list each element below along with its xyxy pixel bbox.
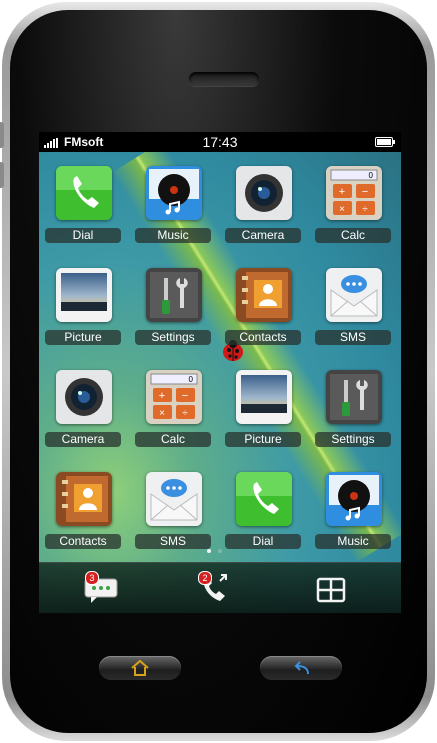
music-icon	[146, 166, 202, 220]
page-dot-current	[207, 549, 211, 553]
status-time: 17:43	[202, 134, 238, 150]
contacts-icon	[56, 472, 112, 526]
settings-icon	[146, 268, 202, 322]
app-calc[interactable]: 0 + − × ÷ Calc	[313, 166, 393, 246]
sms-icon	[326, 268, 382, 322]
app-label: Camera	[225, 228, 301, 243]
app-label: Dial	[45, 228, 121, 243]
app-label: Picture	[225, 432, 301, 447]
app-sms[interactable]: SMS	[133, 472, 213, 552]
svg-text:×: ×	[159, 408, 165, 419]
dock: 3 2	[39, 562, 401, 613]
app-label: SMS	[135, 534, 211, 549]
status-bar: FMsoft 17:43	[39, 132, 401, 152]
app-label: SMS	[315, 330, 391, 345]
earpiece-speaker	[189, 72, 259, 86]
svg-text:0: 0	[189, 375, 194, 384]
page-indicator	[207, 549, 222, 553]
app-camera[interactable]: Camera	[223, 166, 303, 246]
app-picture[interactable]: Picture	[223, 370, 303, 450]
app-label: Contacts	[225, 330, 301, 345]
app-contacts[interactable]: Contacts	[43, 472, 123, 552]
app-label: Calc	[315, 228, 391, 243]
page-dot	[218, 549, 222, 553]
app-music[interactable]: Music	[133, 166, 213, 246]
dock-messages-button[interactable]: 3	[81, 571, 121, 607]
app-label: Music	[135, 228, 211, 243]
app-label: Settings	[315, 432, 391, 447]
app-dial[interactable]: Dial	[223, 472, 303, 552]
app-settings[interactable]: Settings	[313, 370, 393, 450]
app-label: Picture	[45, 330, 121, 345]
svg-text:0: 0	[369, 171, 374, 180]
calculator-icon: 0 + − × ÷	[146, 370, 202, 424]
app-label: Calc	[135, 432, 211, 447]
picture-icon	[236, 370, 292, 424]
app-camera[interactable]: Camera	[43, 370, 123, 450]
app-music[interactable]: Music	[313, 472, 393, 552]
svg-text:÷: ÷	[362, 204, 368, 215]
home-button[interactable]	[99, 656, 181, 680]
music-icon	[326, 472, 382, 526]
home-icon	[131, 659, 149, 676]
svg-text:+: +	[159, 390, 165, 402]
app-label: Dial	[225, 534, 301, 549]
app-label: Contacts	[45, 534, 121, 549]
back-button[interactable]	[260, 656, 342, 680]
app-picture[interactable]: Picture	[43, 268, 123, 348]
dock-menu-button[interactable]	[311, 571, 351, 607]
settings-icon	[326, 370, 382, 424]
dock-call-log-button[interactable]: 2	[194, 571, 234, 607]
phone-icon	[236, 472, 292, 526]
app-label: Camera	[45, 432, 121, 447]
missed-calls-badge: 2	[198, 571, 212, 585]
camera-icon	[236, 166, 292, 220]
svg-text:−: −	[362, 186, 368, 198]
battery-icon	[375, 137, 395, 147]
picture-icon	[56, 268, 112, 322]
messages-badge: 3	[85, 571, 99, 585]
grid-menu-icon	[316, 577, 346, 603]
app-dial[interactable]: Dial	[43, 166, 123, 246]
app-settings[interactable]: Settings	[133, 268, 213, 348]
svg-text:÷: ÷	[182, 408, 188, 419]
calculator-icon: 0 + − × ÷	[326, 166, 382, 220]
volume-down-button[interactable]	[0, 162, 4, 188]
svg-text:−: −	[182, 390, 188, 402]
contacts-icon	[236, 268, 292, 322]
phone-icon	[56, 166, 112, 220]
app-contacts[interactable]: Contacts	[223, 268, 303, 348]
app-calc[interactable]: 0 + − × ÷ Calc	[133, 370, 213, 450]
svg-text:+: +	[339, 186, 345, 198]
camera-icon	[56, 370, 112, 424]
sms-icon	[146, 472, 202, 526]
svg-text:×: ×	[339, 204, 345, 215]
app-sms[interactable]: SMS	[313, 268, 393, 348]
app-label: Settings	[135, 330, 211, 345]
app-label: Music	[315, 534, 391, 549]
home-screen: FMsoft 17:43 Dial Music Camera 0 + − × ÷ Calc Pic…	[39, 132, 401, 613]
volume-up-button[interactable]	[0, 122, 4, 148]
back-arrow-icon	[294, 661, 309, 675]
